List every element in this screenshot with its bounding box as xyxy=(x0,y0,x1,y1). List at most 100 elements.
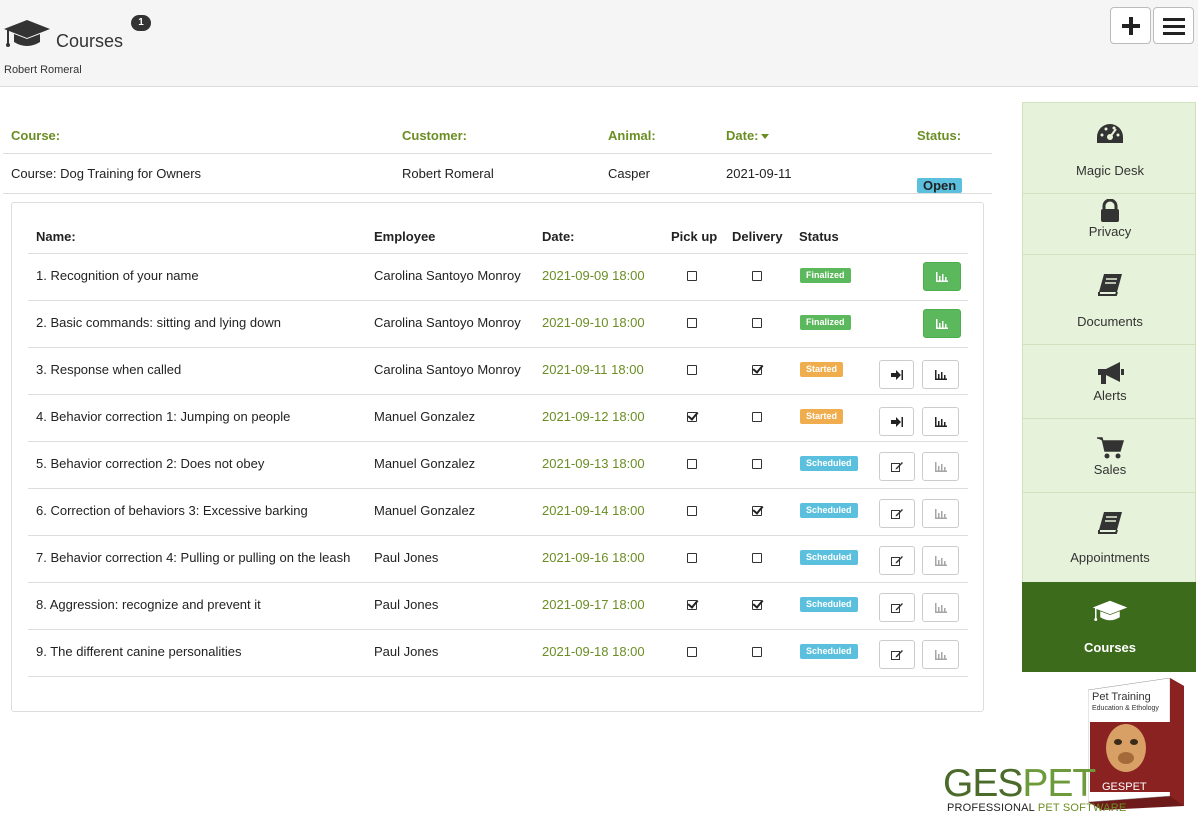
header-pickup: Pick up xyxy=(671,229,718,244)
sidebar-item-courses[interactable]: Courses xyxy=(1022,582,1196,672)
session-employee: Carolina Santoyo Monroy xyxy=(374,268,521,283)
report-button[interactable] xyxy=(922,407,959,436)
delivery-checkbox[interactable] xyxy=(752,506,762,516)
pickup-checkbox[interactable] xyxy=(687,365,697,375)
plus-icon xyxy=(1121,16,1140,35)
sidebar-label: Appointments xyxy=(1070,550,1150,565)
edit-button[interactable] xyxy=(879,546,915,575)
delivery-checkbox[interactable] xyxy=(752,459,762,469)
session-name: 4. Behavior correction 1: Jumping on peo… xyxy=(36,409,291,424)
status-badge: Started xyxy=(800,362,844,377)
megaphone-icon xyxy=(1098,362,1124,384)
sidebar-label: Privacy xyxy=(1088,224,1132,239)
bar-chart-icon xyxy=(934,461,947,472)
table-row[interactable]: 2. Basic commands: sitting and lying dow… xyxy=(28,301,968,348)
header-date[interactable]: Date: xyxy=(726,128,769,143)
bar-chart-icon xyxy=(934,649,947,660)
session-date: 2021-09-13 18:00 xyxy=(542,456,645,471)
report-button[interactable] xyxy=(922,360,959,389)
report-button[interactable] xyxy=(922,452,959,481)
edit-icon xyxy=(891,509,903,519)
table-row[interactable]: 6. Correction of behaviors 3: Excessive … xyxy=(28,489,968,536)
table-row[interactable]: 3. Response when called Carolina Santoyo … xyxy=(28,348,968,395)
session-date: 2021-09-16 18:00 xyxy=(542,550,645,565)
report-button[interactable] xyxy=(922,593,959,622)
delivery-checkbox[interactable] xyxy=(752,600,762,610)
header-delivery: Delivery xyxy=(732,229,783,244)
delivery-checkbox[interactable] xyxy=(752,553,762,563)
edit-icon xyxy=(891,650,903,660)
pickup-checkbox[interactable] xyxy=(687,600,697,610)
sidebar-item-appointments[interactable]: Appointments xyxy=(1022,492,1196,582)
sidebar-item-alerts[interactable]: Alerts xyxy=(1022,344,1196,418)
bar-chart-icon xyxy=(936,271,948,282)
session-employee: Paul Jones xyxy=(374,597,439,612)
sidebar-item-magic-desk[interactable]: Magic Desk xyxy=(1022,102,1196,193)
header-customer[interactable]: Customer: xyxy=(402,128,467,143)
delivery-checkbox[interactable] xyxy=(752,647,762,657)
header-status[interactable]: Status: xyxy=(917,128,961,143)
table-row[interactable]: 5. Behavior correction 2: Does not obey M… xyxy=(28,442,968,489)
header-course[interactable]: Course: xyxy=(11,128,60,143)
status-badge: Scheduled xyxy=(800,503,858,518)
pickup-checkbox[interactable] xyxy=(687,271,697,281)
pickup-checkbox[interactable] xyxy=(687,459,697,469)
pickup-checkbox[interactable] xyxy=(687,412,697,422)
edit-button[interactable] xyxy=(879,499,915,528)
course-summary-table: Course: Customer: Animal: Date: Status: … xyxy=(3,117,992,194)
status-badge: Started xyxy=(800,409,844,424)
pickup-checkbox[interactable] xyxy=(687,647,697,657)
delivery-checkbox[interactable] xyxy=(752,412,762,422)
session-name: 1. Recognition of your name xyxy=(36,268,199,283)
notification-badge[interactable]: 1 xyxy=(131,15,151,31)
delivery-checkbox[interactable] xyxy=(752,271,762,281)
report-button[interactable] xyxy=(923,309,961,338)
bar-chart-icon xyxy=(936,318,948,329)
session-name: 5. Behavior correction 2: Does not obey xyxy=(36,456,265,471)
report-button[interactable] xyxy=(923,262,961,291)
session-employee: Carolina Santoyo Monroy xyxy=(374,315,521,330)
table-row[interactable]: 8. Aggression: recognize and prevent it P… xyxy=(28,583,968,630)
pickup-checkbox[interactable] xyxy=(687,318,697,328)
table-row[interactable]: 9. The different canine personalities Pau… xyxy=(28,630,968,677)
session-name: 2. Basic commands: sitting and lying dow… xyxy=(36,315,281,330)
product-subtitle: Education & Ethology xyxy=(1092,705,1159,712)
session-name: 8. Aggression: recognize and prevent it xyxy=(36,597,261,612)
header-date-label: Date: xyxy=(726,128,759,143)
pickup-checkbox[interactable] xyxy=(687,553,697,563)
table-row[interactable]: 1. Recognition of your name Carolina Sant… xyxy=(28,254,968,301)
cart-icon xyxy=(1097,437,1124,459)
edit-button[interactable] xyxy=(879,452,915,481)
status-badge: Finalized xyxy=(800,315,851,330)
report-button[interactable] xyxy=(922,640,959,669)
table-row[interactable]: 4. Behavior correction 1: Jumping on peo… xyxy=(28,395,968,442)
header-animal[interactable]: Animal: xyxy=(608,128,656,143)
graduation-cap-icon xyxy=(1092,600,1128,621)
sidebar-item-sales[interactable]: Sales xyxy=(1022,418,1196,492)
session-date: 2021-09-09 18:00 xyxy=(542,268,645,283)
summary-row[interactable]: Course: Dog Training for Owners Robert R… xyxy=(3,154,992,194)
delivery-checkbox[interactable] xyxy=(752,365,762,375)
sidebar-item-privacy[interactable]: Privacy xyxy=(1022,193,1196,254)
pickup-checkbox[interactable] xyxy=(687,506,697,516)
edit-icon xyxy=(891,603,903,613)
sessions-header-row: Name: Employee Date: Pick up Delivery St… xyxy=(28,217,968,254)
sign-in-button[interactable] xyxy=(879,360,914,389)
sidebar-item-documents[interactable]: Documents xyxy=(1022,254,1196,344)
sign-in-button[interactable] xyxy=(879,407,914,436)
edit-icon xyxy=(891,462,903,472)
add-button[interactable] xyxy=(1110,7,1151,44)
dashboard-icon xyxy=(1097,124,1123,143)
table-row[interactable]: 7. Behavior correction 4: Pulling or pul… xyxy=(28,536,968,583)
edit-button[interactable] xyxy=(879,593,915,622)
sidebar-label: Documents xyxy=(1077,314,1143,329)
session-name: 7. Behavior correction 4: Pulling or pul… xyxy=(36,550,351,565)
edit-button[interactable] xyxy=(879,640,915,669)
delivery-checkbox[interactable] xyxy=(752,318,762,328)
course-name: Course: Dog Training for Owners xyxy=(11,166,202,181)
menu-button[interactable] xyxy=(1153,7,1194,44)
report-button[interactable] xyxy=(922,499,959,528)
report-button[interactable] xyxy=(922,546,959,575)
lock-icon xyxy=(1101,199,1119,222)
header-session-status: Status xyxy=(799,229,839,244)
